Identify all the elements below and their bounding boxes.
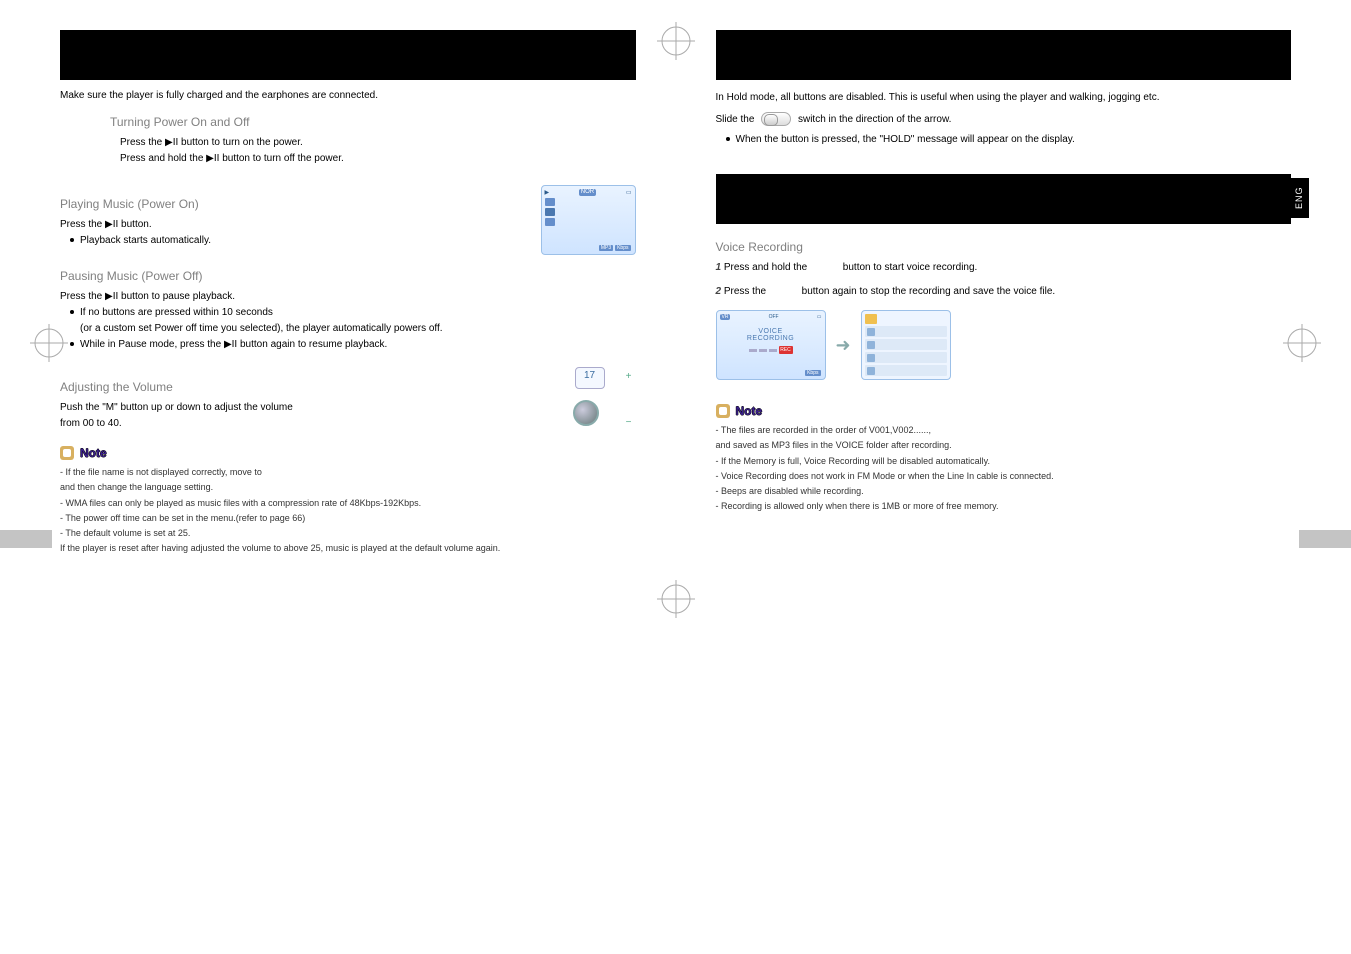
text-pause-b1: If no buttons are pressed within 10 seco… (80, 307, 273, 318)
player-screen-illustration: ▶NOR▭ MP3Kbps (541, 185, 636, 255)
rec-step2b: button again to stop the recording and s… (802, 286, 1056, 297)
note-label-text: Note (736, 404, 763, 418)
note-item: - If the file name is not displayed corr… (60, 465, 636, 480)
right-page: ENG In Hold mode, all buttons are disabl… (676, 0, 1351, 954)
subhead-voice-recording: Voice Recording (716, 240, 1292, 254)
bullet-icon (70, 238, 74, 242)
hold-slide-pre: Slide the (716, 114, 755, 125)
text-pause-b1b: (or a custom set Power off time you sele… (80, 321, 525, 337)
note-item: - Voice Recording does not work in FM Mo… (716, 469, 1292, 484)
note-item: - Recording is allowed only when there i… (716, 499, 1292, 514)
text-power-off: Press and hold the ▶II button to turn of… (120, 151, 636, 167)
volume-value: 17 (575, 367, 605, 389)
bullet-icon (70, 342, 74, 346)
text-vol-2: from 00 to 40. (60, 416, 535, 432)
text-play-press: Press the ▶II button. (60, 217, 525, 233)
subhead-power: Turning Power On and Off (110, 115, 636, 129)
note-icon (60, 446, 74, 460)
rec-step2a: Press the (724, 286, 766, 297)
text-power-on: Press the ▶II button to turn on the powe… (120, 135, 636, 151)
recording-illustration-group: VROFF▭ VOICERECORDING REC Kbps ➜ (716, 310, 1292, 380)
hold-intro: In Hold mode, all buttons are disabled. … (716, 90, 1292, 106)
text-pause-press: Press the ▶II button to pause playback. (60, 289, 525, 305)
file-icon (867, 341, 875, 349)
note-heading-left: Note (60, 446, 107, 460)
subhead-play: Playing Music (Power On) (60, 197, 525, 211)
note-item: - If the Memory is full, Voice Recording… (716, 454, 1292, 469)
text-pause-b2: While in Pause mode, press the ▶II butto… (80, 339, 387, 350)
bullet-icon (726, 137, 730, 141)
bullet-icon (70, 310, 74, 314)
subhead-volume: Adjusting the Volume (60, 380, 535, 394)
note-item: - The power off time can be set in the m… (60, 511, 636, 526)
hold-slide-post: switch in the direction of the arrow. (798, 114, 951, 125)
note-item: If the player is reset after having adju… (60, 541, 636, 556)
file-icon (867, 367, 875, 375)
header-playing-music (60, 30, 636, 80)
hold-bullet: When the button is pressed, the "HOLD" m… (736, 134, 1075, 145)
rec-step1b: button to start voice recording. (843, 262, 978, 273)
file-icon (867, 354, 875, 362)
m-button-icon (573, 400, 599, 426)
note-item: and saved as MP3 files in the VOICE fold… (716, 438, 1292, 453)
file-icon (867, 328, 875, 336)
text-play-starts: Playback starts automatically. (80, 235, 211, 246)
note-label-text: Note (80, 446, 107, 460)
note-heading-right: Note (716, 404, 763, 418)
note-item: and then change the language setting. (60, 480, 636, 495)
header-hold-feature (716, 30, 1292, 80)
note-item: - The default volume is set at 25. (60, 526, 636, 541)
left-page: Make sure the player is fully charged an… (0, 0, 676, 954)
text-vol-1: Push the "M" button up or down to adjust… (60, 400, 535, 416)
hold-switch-icon (761, 112, 791, 126)
notes-left: - If the file name is not displayed corr… (60, 465, 636, 557)
eng-tab: ENG (1289, 178, 1309, 218)
note-item: - The files are recorded in the order of… (716, 423, 1292, 438)
recording-screen: VROFF▭ VOICERECORDING REC Kbps (716, 310, 826, 380)
folder-icon (865, 314, 877, 324)
notes-right: - The files are recorded in the order of… (716, 423, 1292, 515)
note-item: - Beeps are disabled while recording. (716, 484, 1292, 499)
header-recording-voice (716, 174, 1292, 224)
arrow-icon: ➜ (836, 335, 851, 356)
rec-step1a: Press and hold the (724, 262, 807, 273)
note-icon (716, 404, 730, 418)
intro-text: Make sure the player is fully charged an… (60, 90, 636, 101)
file-list-screen (861, 310, 951, 380)
subhead-pause: Pausing Music (Power Off) (60, 269, 525, 283)
volume-illustration: 17 + − (551, 367, 636, 432)
note-item: - WMA files can only be played as music … (60, 496, 636, 511)
